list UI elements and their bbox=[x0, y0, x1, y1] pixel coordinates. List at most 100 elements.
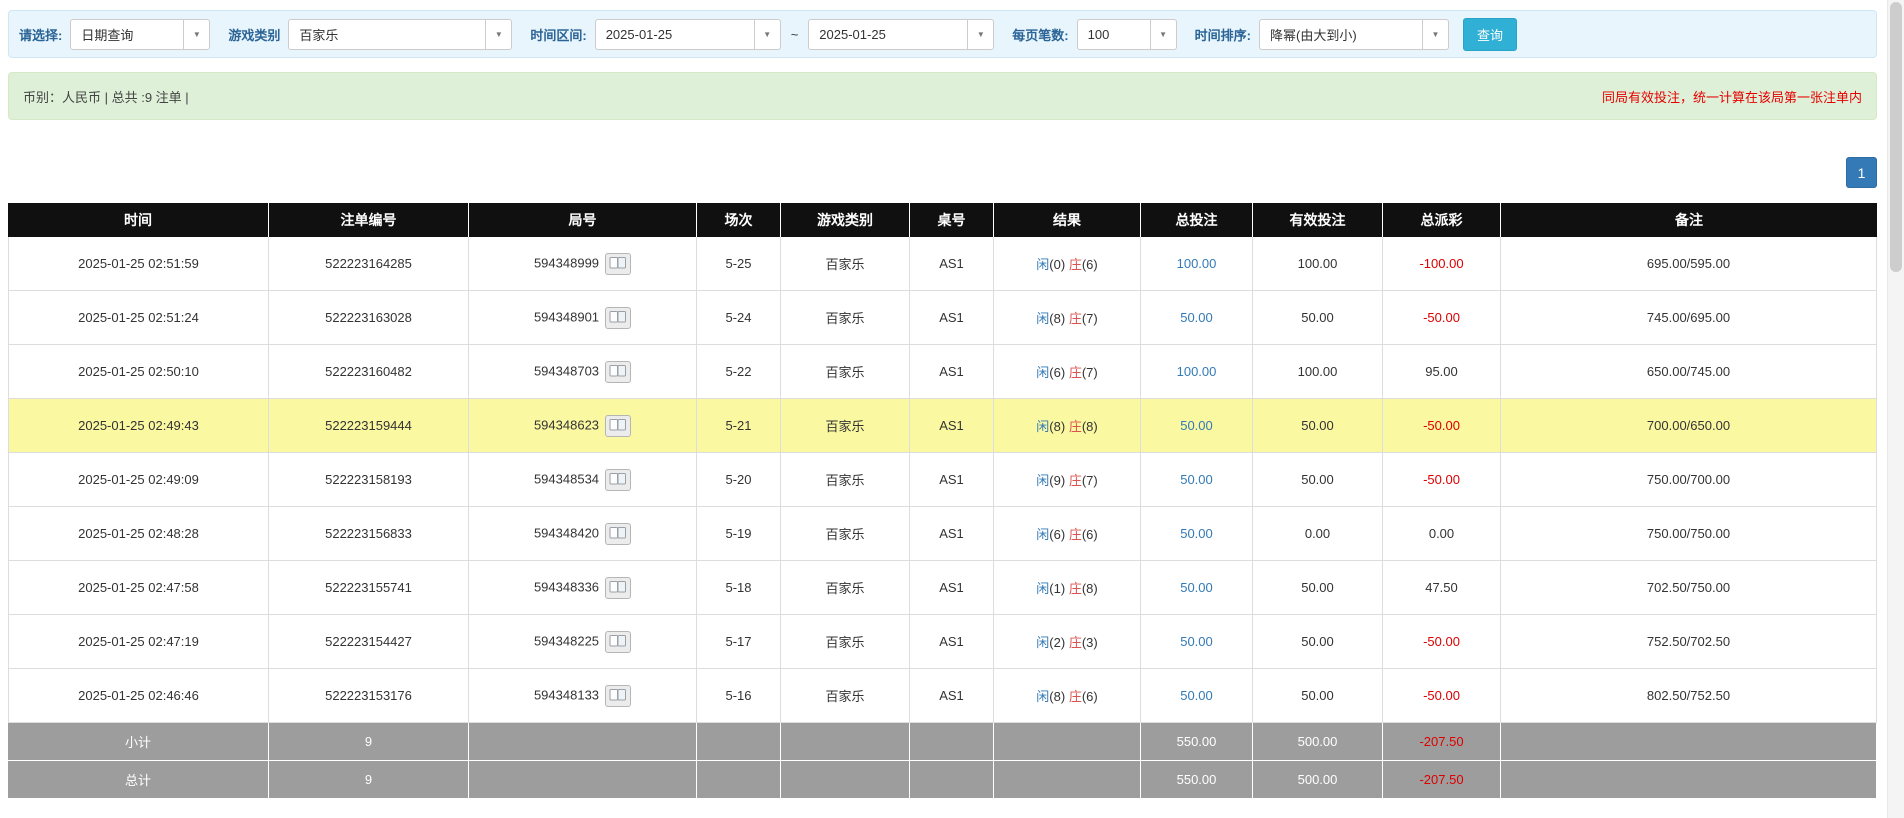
footer-cell: -207.50 bbox=[1383, 723, 1501, 761]
column-header: 有效投注 bbox=[1253, 203, 1383, 237]
chevron-down-icon[interactable]: ▼ bbox=[967, 19, 994, 49]
page-size-dropdown[interactable]: 100 ▼ bbox=[1076, 18, 1177, 50]
total-bet-link[interactable]: 50.00 bbox=[1180, 580, 1213, 595]
total-bet-link[interactable]: 50.00 bbox=[1180, 472, 1213, 487]
cell-payout: -50.00 bbox=[1383, 291, 1501, 345]
chevron-down-icon[interactable]: ▼ bbox=[1149, 19, 1176, 49]
cell-result: 闲(8) 庄(8) bbox=[994, 399, 1141, 453]
total-bet-link[interactable]: 50.00 bbox=[1180, 418, 1213, 433]
game-type-value: 百家乐 bbox=[299, 27, 339, 43]
cell-total-bet: 50.00 bbox=[1141, 453, 1253, 507]
table-head-row: 时间 注单编号 局号 场次 游戏类别 桌号 结果 总投注 有效投注 总派彩 备注 bbox=[8, 203, 1877, 237]
cell-game-type: 百家乐 bbox=[781, 507, 910, 561]
cell-time: 2025-01-25 02:51:24 bbox=[8, 291, 269, 345]
res-banker: 庄 bbox=[1068, 527, 1082, 542]
cards-icon bbox=[609, 527, 627, 539]
round-number: 594348336 bbox=[533, 578, 600, 594]
footer-cell bbox=[781, 723, 910, 761]
chevron-down-icon[interactable]: ▼ bbox=[753, 19, 780, 49]
scrollbar-thumb[interactable] bbox=[1890, 2, 1902, 272]
table-row[interactable]: 2025-01-25 02:47:58 522223155741 5943483… bbox=[8, 561, 1877, 615]
footer-cell bbox=[910, 761, 994, 799]
table-row[interactable]: 2025-01-25 02:46:46 522223153176 5943481… bbox=[8, 669, 1877, 723]
view-cards-icon[interactable] bbox=[605, 252, 632, 275]
view-cards-icon[interactable] bbox=[605, 468, 632, 491]
cell-table-number: AS1 bbox=[910, 507, 994, 561]
query-type-value: 日期查询 bbox=[81, 27, 134, 43]
cell-note: 650.00/745.00 bbox=[1501, 345, 1877, 399]
view-cards-icon[interactable] bbox=[605, 360, 632, 383]
cell-payout: -50.00 bbox=[1383, 669, 1501, 723]
total-bet-link[interactable]: 50.00 bbox=[1180, 634, 1213, 649]
chevron-down-icon[interactable]: ▼ bbox=[1421, 19, 1448, 49]
cell-session: 5-16 bbox=[697, 669, 781, 723]
cell-session: 5-17 bbox=[697, 615, 781, 669]
cell-bet-number: 522223160482 bbox=[269, 345, 469, 399]
res-player-score: (1) bbox=[1049, 581, 1066, 596]
cell-time: 2025-01-25 02:47:19 bbox=[8, 615, 269, 669]
res-player-score: (8) bbox=[1049, 311, 1066, 326]
cell-bet-number: 522223154427 bbox=[269, 615, 469, 669]
view-cards-icon[interactable] bbox=[605, 414, 632, 437]
total-bet-link[interactable]: 50.00 bbox=[1180, 526, 1213, 541]
search-button[interactable]: 查询 bbox=[1462, 17, 1517, 51]
total-bet-link[interactable]: 100.00 bbox=[1177, 256, 1217, 271]
res-player: 闲 bbox=[1036, 473, 1050, 488]
scrollbar[interactable] bbox=[1887, 0, 1904, 818]
footer-cell bbox=[781, 761, 910, 799]
cell-result: 闲(1) 庄(8) bbox=[994, 561, 1141, 615]
cell-time: 2025-01-25 02:50:10 bbox=[8, 345, 269, 399]
cell-round-number: 594348420 bbox=[469, 507, 697, 561]
round-number: 594348999 bbox=[533, 254, 600, 270]
cell-round-number: 594348225 bbox=[469, 615, 697, 669]
footer-cell: 小计 bbox=[8, 723, 269, 761]
view-cards-icon[interactable] bbox=[605, 684, 632, 707]
footer-cell: 550.00 bbox=[1141, 761, 1253, 799]
res-banker-score: (8) bbox=[1081, 581, 1098, 596]
cards-icon bbox=[609, 635, 627, 647]
view-cards-icon[interactable] bbox=[605, 522, 632, 545]
cell-note: 752.50/702.50 bbox=[1501, 615, 1877, 669]
res-player: 闲 bbox=[1036, 311, 1050, 326]
footer-cell bbox=[697, 761, 781, 799]
total-bet-link[interactable]: 50.00 bbox=[1180, 688, 1213, 703]
view-cards-icon[interactable] bbox=[605, 576, 632, 599]
total-bet-link[interactable]: 50.00 bbox=[1180, 310, 1213, 325]
table-row[interactable]: 2025-01-25 02:47:19 522223154427 5943482… bbox=[8, 615, 1877, 669]
page: 请选择: 日期查询 ▼ 游戏类别 百家乐 ▼ 时间区间: 2025-01-25 … bbox=[0, 0, 1904, 799]
subtotal-row: 小计 9 550.00 500.00 -207.50 bbox=[8, 723, 1877, 761]
table-row[interactable]: 2025-01-25 02:49:43 522223159444 5943486… bbox=[8, 399, 1877, 453]
round-number: 594348534 bbox=[533, 470, 600, 486]
sort-dropdown[interactable]: 降幂(由大到小) ▼ bbox=[1258, 18, 1449, 50]
round-number: 594348901 bbox=[533, 308, 600, 324]
cell-valid-bet: 50.00 bbox=[1253, 615, 1383, 669]
res-banker: 庄 bbox=[1068, 257, 1082, 272]
cards-icon bbox=[609, 581, 627, 593]
res-player: 闲 bbox=[1036, 365, 1050, 380]
date-to-dropdown[interactable]: 2025-01-25 ▼ bbox=[808, 18, 995, 50]
table-row[interactable]: 2025-01-25 02:51:59 522223164285 5943489… bbox=[8, 237, 1877, 291]
cell-note: 702.50/750.00 bbox=[1501, 561, 1877, 615]
table-row[interactable]: 2025-01-25 02:51:24 522223163028 5943489… bbox=[8, 291, 1877, 345]
total-bet-link[interactable]: 100.00 bbox=[1177, 364, 1217, 379]
table-row[interactable]: 2025-01-25 02:50:10 522223160482 5943487… bbox=[8, 345, 1877, 399]
game-type-dropdown[interactable]: 百家乐 ▼ bbox=[288, 18, 513, 50]
cell-payout: 0.00 bbox=[1383, 507, 1501, 561]
cell-bet-number: 522223159444 bbox=[269, 399, 469, 453]
cell-valid-bet: 100.00 bbox=[1253, 345, 1383, 399]
view-cards-icon[interactable] bbox=[605, 306, 632, 329]
footer-cell: 500.00 bbox=[1253, 723, 1383, 761]
table-row[interactable]: 2025-01-25 02:49:09 522223158193 5943485… bbox=[8, 453, 1877, 507]
footer-cell bbox=[469, 761, 697, 799]
cell-session: 5-25 bbox=[697, 237, 781, 291]
footer-cell: 总计 bbox=[8, 761, 269, 799]
page-button-1[interactable]: 1 bbox=[1846, 157, 1877, 188]
chevron-down-icon[interactable]: ▼ bbox=[485, 19, 512, 49]
chevron-down-icon[interactable]: ▼ bbox=[183, 19, 210, 49]
query-type-dropdown[interactable]: 日期查询 ▼ bbox=[70, 18, 211, 50]
res-banker-score: (7) bbox=[1081, 311, 1098, 326]
date-from-dropdown[interactable]: 2025-01-25 ▼ bbox=[594, 18, 781, 50]
view-cards-icon[interactable] bbox=[605, 630, 632, 653]
table-row[interactable]: 2025-01-25 02:48:28 522223156833 5943484… bbox=[8, 507, 1877, 561]
cell-bet-number: 522223155741 bbox=[269, 561, 469, 615]
